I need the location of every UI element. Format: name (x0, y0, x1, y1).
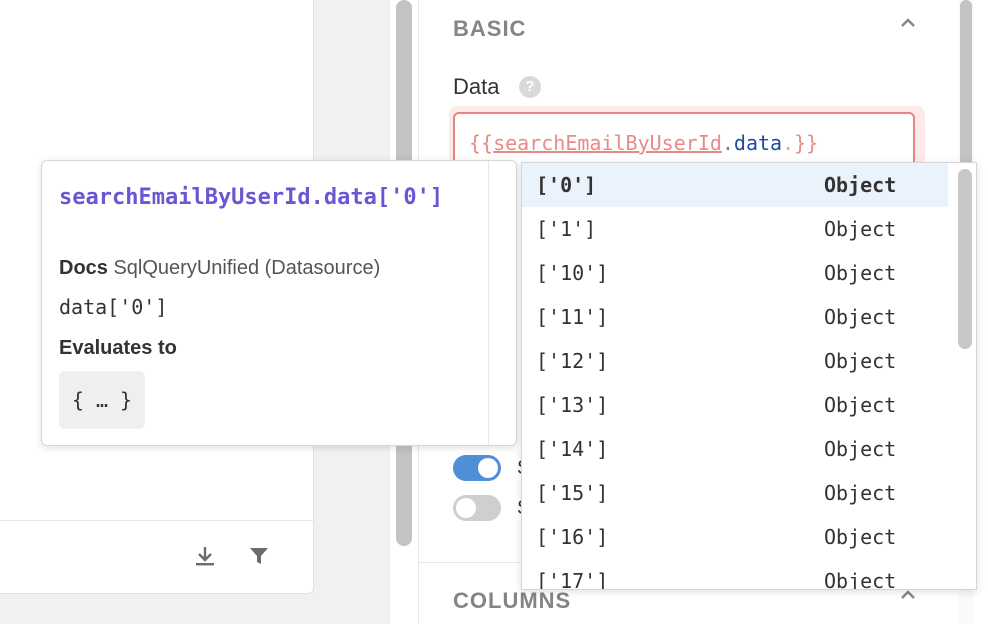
item-type: Object (824, 393, 897, 417)
autocomplete-item[interactable]: ['1'] Object (522, 207, 948, 251)
code-identifier: searchEmailByUserId (493, 131, 722, 155)
tooltip-title: searchEmailByUserId.data['0'] (59, 185, 444, 210)
code-cursor-dot: . (782, 131, 795, 155)
item-type: Object (824, 525, 897, 549)
item-type: Object (824, 349, 897, 373)
chevron-up-icon[interactable] (899, 14, 917, 35)
code-property: data (733, 131, 783, 155)
item-type: Object (824, 261, 897, 285)
item-type: Object (824, 173, 897, 197)
evaluates-to-label: Evaluates to (59, 337, 177, 359)
dropdown-scrollbar[interactable] (958, 169, 972, 349)
autocomplete-item[interactable]: ['0'] Object (522, 163, 948, 207)
docs-label: Docs (59, 257, 108, 279)
autocomplete-doc-tooltip: searchEmailByUserId.data['0'] Docs SqlQu… (41, 160, 517, 446)
item-type: Object (824, 437, 897, 461)
toggle-switch-on[interactable] (453, 455, 501, 481)
item-type: Object (824, 481, 897, 505)
item-key: ['13'] (536, 393, 609, 417)
item-type: Object (824, 217, 897, 241)
item-key: ['16'] (536, 525, 609, 549)
tooltip-divider (488, 161, 489, 445)
toggle-knob (456, 498, 476, 518)
item-key: ['0'] (536, 173, 597, 197)
item-type: Object (824, 569, 897, 590)
item-key: ['15'] (536, 481, 609, 505)
toggle-switch-off[interactable] (453, 495, 501, 521)
data-field-label: Data (453, 74, 500, 99)
item-type: Object (824, 305, 897, 329)
toggle-knob (478, 458, 498, 478)
item-key: ['17'] (536, 569, 609, 590)
autocomplete-item[interactable]: ['10'] Object (522, 251, 948, 295)
docs-value: SqlQueryUnified (Datasource) (113, 257, 381, 279)
autocomplete-dropdown: ['0'] Object ['1'] Object ['10'] Object ['1… (521, 162, 977, 590)
tooltip-docs: Docs SqlQueryUnified (Datasource) (59, 257, 380, 280)
table-footer (0, 520, 313, 593)
item-key: ['1'] (536, 217, 597, 241)
section-title-columns: COLUMNS (453, 588, 572, 613)
item-key: ['12'] (536, 349, 609, 373)
download-icon[interactable] (192, 543, 218, 569)
filter-icon[interactable] (246, 543, 272, 569)
autocomplete-item[interactable]: ['14'] Object (522, 427, 948, 471)
autocomplete-item[interactable]: ['16'] Object (522, 515, 948, 559)
item-key: ['14'] (536, 437, 609, 461)
section-title-basic: BASIC (453, 16, 527, 41)
item-key: ['10'] (536, 261, 609, 285)
item-key: ['11'] (536, 305, 609, 329)
autocomplete-item[interactable]: ['17'] Object (522, 559, 948, 590)
autocomplete-item[interactable]: ['13'] Object (522, 383, 948, 427)
autocomplete-item[interactable]: ['15'] Object (522, 471, 948, 515)
code-dot: . (721, 131, 734, 155)
code-close-braces: }} (794, 131, 819, 155)
code-open-braces: {{ (469, 131, 494, 155)
evaluated-value-preview[interactable]: { … } (59, 371, 145, 429)
autocomplete-item[interactable]: ['11'] Object (522, 295, 948, 339)
data-code-input[interactable]: {{searchEmailByUserId.data.}} (453, 112, 915, 166)
autocomplete-item[interactable]: ['12'] Object (522, 339, 948, 383)
question-circle-icon[interactable]: ? (519, 76, 541, 98)
tooltip-expression: data['0'] (59, 295, 168, 319)
